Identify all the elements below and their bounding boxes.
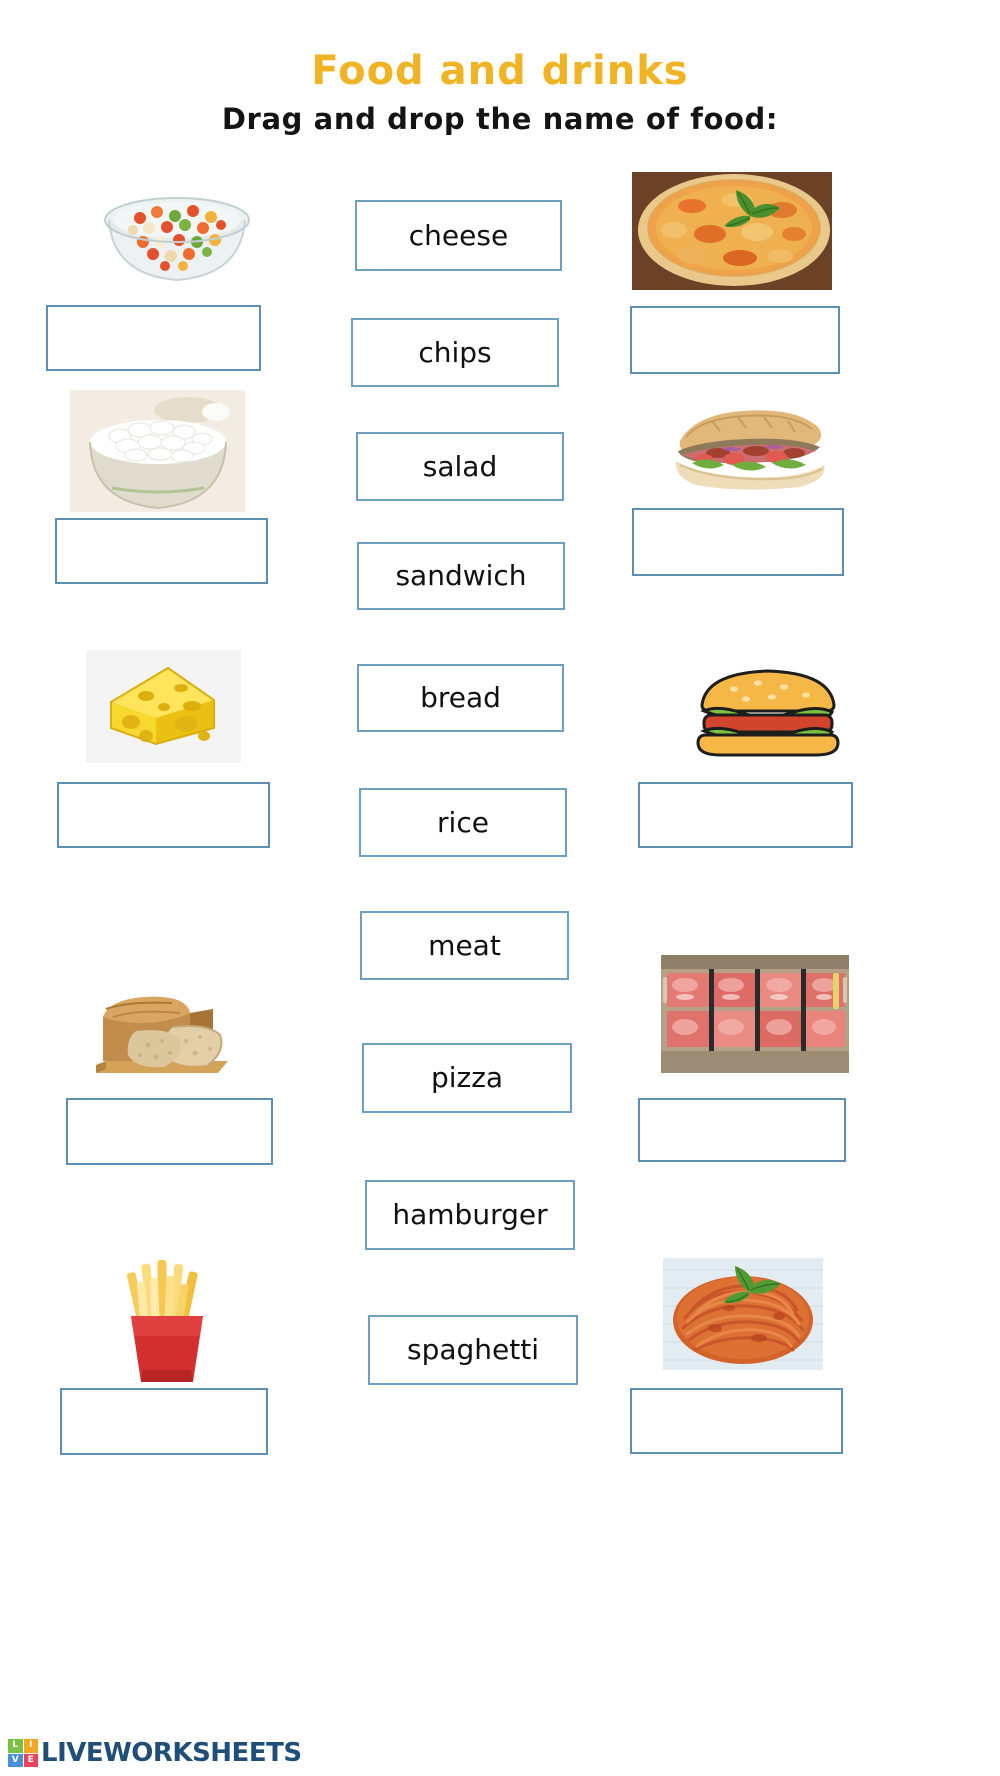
drop-box-left-4[interactable] — [66, 1098, 273, 1165]
word-label: meat — [428, 928, 501, 962]
french-fries-image — [105, 1258, 230, 1386]
rice-bowl-image — [70, 390, 245, 512]
word-box-pizza[interactable]: pizza — [362, 1043, 572, 1113]
word-label: sandwich — [395, 559, 527, 592]
word-label: pizza — [430, 1061, 504, 1094]
logo-letter-i: I — [23, 1739, 38, 1753]
sub-sandwich-image — [660, 395, 835, 501]
word-label: bread — [420, 681, 501, 714]
cheese-wedge-image — [86, 650, 241, 763]
drop-box-left-1[interactable] — [46, 305, 261, 371]
liveworksheets-logo[interactable]: L I V E LIVEWORKSHEETS — [8, 1738, 302, 1768]
drop-box-left-2[interactable] — [55, 518, 268, 584]
drop-box-right-4[interactable] — [638, 1098, 846, 1162]
logo-letter-l: L — [8, 1739, 23, 1753]
word-box-spaghetti[interactable]: spaghetti — [368, 1315, 578, 1385]
logo-letter-v: V — [8, 1753, 23, 1767]
word-box-hamburger[interactable]: hamburger — [365, 1180, 575, 1250]
logo-wordmark: LIVEWORKSHEETS — [41, 1738, 302, 1768]
word-box-rice[interactable]: rice — [359, 788, 567, 857]
logo-letter-e: E — [23, 1753, 38, 1767]
meat-counter-image — [661, 955, 849, 1073]
drop-box-right-5[interactable] — [630, 1388, 843, 1454]
drop-box-right-1[interactable] — [630, 306, 840, 374]
word-box-bread[interactable]: bread — [357, 664, 564, 732]
word-label: hamburger — [392, 1198, 548, 1231]
drop-box-left-5[interactable] — [60, 1388, 268, 1455]
word-label: salad — [422, 449, 498, 483]
hamburger-image — [688, 665, 848, 757]
word-label: chips — [418, 335, 492, 369]
word-box-sandwich[interactable]: sandwich — [357, 542, 565, 610]
bread-loaf-image — [68, 965, 243, 1082]
word-label: cheese — [408, 218, 509, 252]
liveworksheets-logo-icon: L I V E — [8, 1739, 38, 1767]
pizza-image — [632, 172, 832, 290]
instruction-text: Drag and drop the name of food: — [221, 102, 779, 136]
word-box-salad[interactable]: salad — [356, 432, 564, 501]
salad-bowl-image — [95, 180, 260, 295]
page-title: Food and drinks — [311, 48, 689, 94]
drop-box-left-3[interactable] — [57, 782, 270, 848]
word-box-meat[interactable]: meat — [360, 911, 569, 980]
word-label: rice — [437, 805, 489, 839]
word-label: spaghetti — [406, 1333, 539, 1366]
spaghetti-image — [663, 1258, 823, 1370]
drop-box-right-3[interactable] — [638, 782, 853, 848]
drop-box-right-2[interactable] — [632, 508, 844, 576]
word-box-cheese[interactable]: cheese — [355, 200, 562, 271]
word-box-chips[interactable]: chips — [351, 318, 559, 387]
